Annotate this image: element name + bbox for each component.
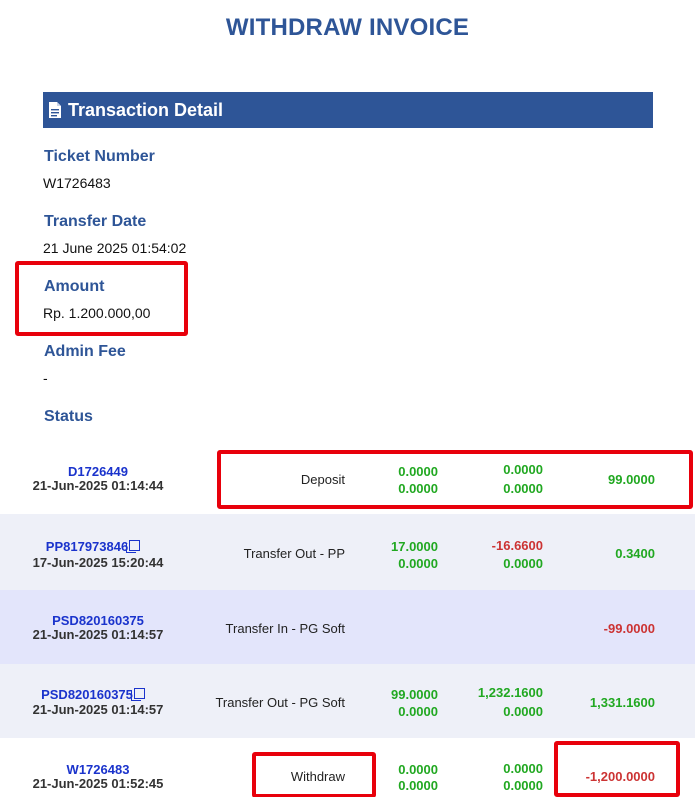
amount-col2-top: 0.0000 <box>503 462 543 477</box>
admin-fee-label: Admin Fee <box>44 343 126 360</box>
amount-col1-top: 0.0000 <box>398 762 438 777</box>
transaction-row: D1726449 21-Jun-2025 01:14:44 Deposit 0.… <box>0 441 695 514</box>
amount-col2-bottom: 0.0000 <box>503 778 543 793</box>
amount-col2-bottom: 0.0000 <box>503 481 543 496</box>
amount-value: Rp. 1.200.000,00 <box>43 305 151 321</box>
balance-value: 0.3400 <box>615 546 655 561</box>
balance-value: 1,331.1600 <box>589 695 655 710</box>
status-label: Status <box>44 408 93 425</box>
transfer-date-label: Transfer Date <box>44 213 147 230</box>
amount-col2-top: 0.0000 <box>503 761 543 776</box>
copy-icon[interactable] <box>126 540 141 553</box>
amount-col2-bottom: 0.0000 <box>503 556 543 571</box>
amount-col1-top: 0.0000 <box>398 464 438 479</box>
amount-col1-bottom: 0.0000 <box>398 481 438 496</box>
amount-col2-top: 1,232.1600 <box>477 685 543 700</box>
ticket-number-value: W1726483 <box>43 175 111 191</box>
transaction-type: Deposit <box>300 472 345 487</box>
transaction-row: PSD820160375 21-Jun-2025 01:14:57 Transf… <box>0 590 695 664</box>
amount-col1-top: 17.0000 <box>391 539 438 554</box>
ticket-number-label: Ticket Number <box>44 148 155 165</box>
balance-value: -99.0000 <box>603 621 655 636</box>
transfer-date-value: 21 June 2025 01:54:02 <box>43 240 187 256</box>
amount-col1-bottom: 0.0000 <box>398 704 438 719</box>
amount-highlight-box <box>15 261 188 336</box>
transaction-row: PP817973846 17-Jun-2025 15:20:44 Transfe… <box>0 514 695 590</box>
amount-col2-bottom: 0.0000 <box>503 704 543 719</box>
transaction-type: Transfer In - PG Soft <box>225 621 345 636</box>
balance-value: 99.0000 <box>608 472 655 487</box>
amount-col1-bottom: 0.0000 <box>398 778 438 793</box>
copy-icon[interactable] <box>130 688 145 701</box>
page-title: WITHDRAW INVOICE <box>225 14 470 41</box>
transaction-type: Transfer Out - PG Soft <box>215 695 345 710</box>
admin-fee-value: - <box>43 370 48 386</box>
amount-col1-bottom: 0.0000 <box>398 556 438 571</box>
transaction-row: W1726483 21-Jun-2025 01:52:45 Withdraw 0… <box>0 738 695 797</box>
section-title: Transaction Detail <box>68 99 224 120</box>
transaction-row: PSD820160375 21-Jun-2025 01:14:57 Transf… <box>0 664 695 738</box>
transaction-type: Withdraw <box>290 769 345 784</box>
balance-value: -1,200.0000 <box>585 769 655 784</box>
document-icon <box>49 102 61 118</box>
amount-col2-top: -16.6600 <box>491 538 543 553</box>
amount-col1-top: 99.0000 <box>391 687 438 702</box>
transaction-type: Transfer Out - PP <box>243 546 345 561</box>
transaction-detail-header: Transaction Detail <box>43 92 653 128</box>
amount-label: Amount <box>44 278 105 295</box>
